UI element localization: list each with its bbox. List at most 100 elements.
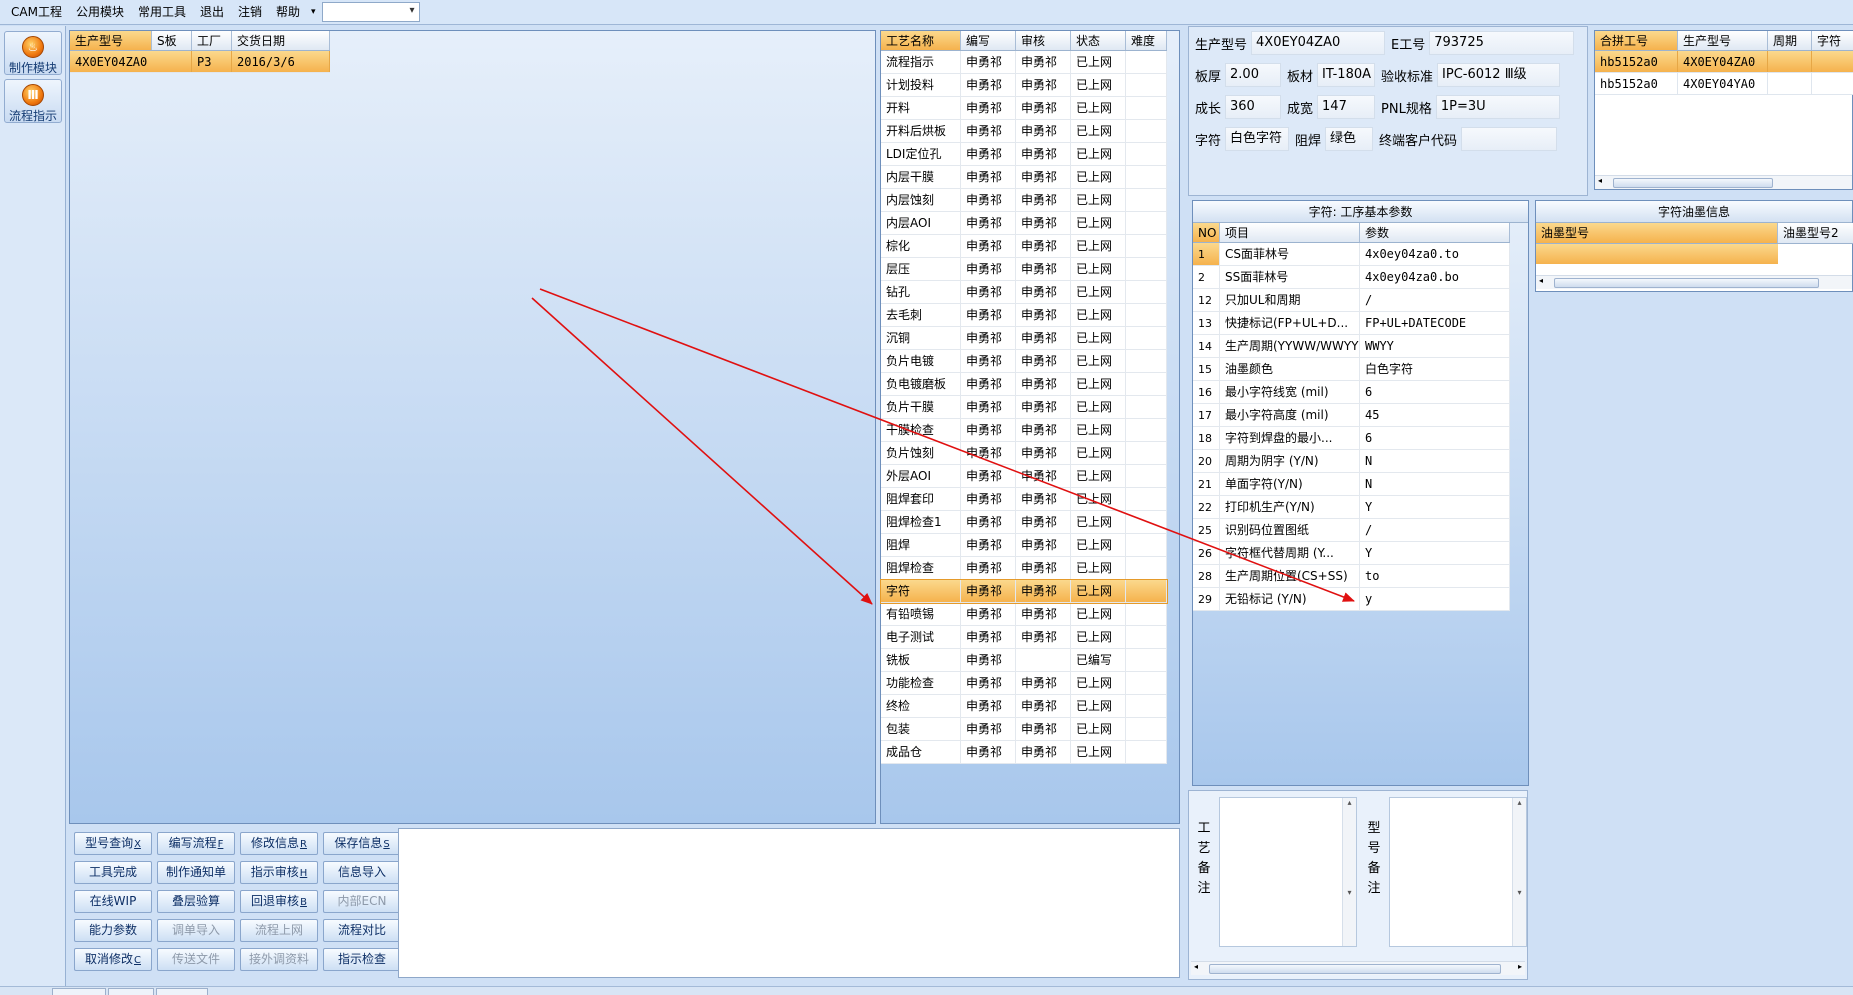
param-row[interactable]: 17 最小字符高度 (mil) 45 bbox=[1193, 404, 1510, 427]
job-row[interactable]: 4X0EY04ZA0 P3 2016/3/6 bbox=[70, 51, 330, 73]
make-module-button[interactable]: ♨ 制作模块 bbox=[4, 31, 62, 75]
notes-hscrollbar[interactable]: ◂ ▸ bbox=[1191, 961, 1525, 975]
param-row[interactable]: 21 单面字符(Y/N) N bbox=[1193, 473, 1510, 496]
eno-field[interactable]: 793725 bbox=[1429, 31, 1575, 55]
process-row[interactable]: 层压 申勇祁 申勇祁 已上网 bbox=[881, 258, 1167, 281]
process-row[interactable]: 开料 申勇祁 申勇祁 已上网 bbox=[881, 97, 1167, 120]
process-row[interactable]: 内层AOI 申勇祁 申勇祁 已上网 bbox=[881, 212, 1167, 235]
process-row[interactable]: 沉铜 申勇祁 申勇祁 已上网 bbox=[881, 327, 1167, 350]
process-row[interactable]: LDI定位孔 申勇祁 申勇祁 已上网 bbox=[881, 143, 1167, 166]
param-row[interactable]: 20 周期为阴字 (Y/N) N bbox=[1193, 450, 1510, 473]
param-row[interactable]: 2 SS面菲林号 4x0ey04za0.bo bbox=[1193, 266, 1510, 289]
action-button[interactable]: 叠层验算 bbox=[157, 890, 235, 913]
process-row[interactable]: 负片干膜 申勇祁 申勇祁 已上网 bbox=[881, 396, 1167, 419]
col-difficulty[interactable]: 难度 bbox=[1126, 31, 1167, 50]
material-field[interactable]: IT-180A bbox=[1317, 63, 1376, 87]
process-row[interactable]: 字符 申勇祁 申勇祁 已上网 bbox=[880, 579, 1168, 604]
process-row[interactable]: 内层蚀刻 申勇祁 申勇祁 已上网 bbox=[881, 189, 1167, 212]
process-row[interactable]: 电子测试 申勇祁 申勇祁 已上网 bbox=[881, 626, 1167, 649]
param-row[interactable]: 14 生产周期(YYWW/WWYY) WWYY bbox=[1193, 335, 1510, 358]
message-box[interactable] bbox=[398, 828, 1180, 978]
action-button[interactable]: 传送文件 bbox=[157, 948, 235, 971]
action-button[interactable]: 保存信息S bbox=[323, 832, 401, 855]
action-button[interactable]: 调单导入 bbox=[157, 919, 235, 942]
menu-logout[interactable]: 注销 bbox=[231, 0, 269, 25]
process-row[interactable]: 外层AOI 申勇祁 申勇祁 已上网 bbox=[881, 465, 1167, 488]
action-button[interactable]: 在线WIP bbox=[74, 890, 152, 913]
param-row[interactable]: 29 无铅标记 (Y/N) y bbox=[1193, 588, 1510, 611]
process-row[interactable]: 阻焊检查 申勇祁 申勇祁 已上网 bbox=[881, 557, 1167, 580]
col-status[interactable]: 状态 bbox=[1071, 31, 1126, 50]
width-field[interactable]: 147 bbox=[1317, 95, 1376, 119]
scroll-left-icon[interactable]: ◂ bbox=[1194, 962, 1198, 971]
col-process-name[interactable]: 工艺名称 bbox=[881, 31, 961, 50]
action-button[interactable]: 流程上网 bbox=[240, 919, 318, 942]
standard-field[interactable]: IPC-6012 Ⅲ级 bbox=[1437, 63, 1561, 87]
process-row[interactable]: 钻孔 申勇祁 申勇祁 已上网 bbox=[881, 281, 1167, 304]
action-button[interactable]: 制作通知单 bbox=[157, 861, 235, 884]
col-combine-char[interactable]: 字符 bbox=[1812, 31, 1853, 50]
action-button[interactable]: 内部ECN bbox=[323, 890, 401, 913]
action-button[interactable]: 指示审核H bbox=[240, 861, 318, 884]
param-row[interactable]: 22 打印机生产(Y/N) Y bbox=[1193, 496, 1510, 519]
process-row[interactable]: 棕化 申勇祁 申勇祁 已上网 bbox=[881, 235, 1167, 258]
col-factory[interactable]: 工厂 bbox=[192, 31, 232, 50]
param-row[interactable]: 25 识别码位置图纸 / bbox=[1193, 519, 1510, 542]
action-button[interactable]: 编写流程F bbox=[157, 832, 235, 855]
action-button[interactable]: 信息导入 bbox=[323, 861, 401, 884]
char-field[interactable]: 白色字符 bbox=[1225, 127, 1290, 151]
ink-hscrollbar[interactable]: ◂ bbox=[1536, 275, 1852, 289]
menu-dropdown-arrow[interactable]: ▾ bbox=[307, 0, 320, 25]
col-reviewer[interactable]: 审核 bbox=[1016, 31, 1071, 50]
action-button[interactable]: 接外调资料 bbox=[240, 948, 318, 971]
action-button[interactable]: 修改信息R bbox=[240, 832, 318, 855]
process-row[interactable]: 阻焊 申勇祁 申勇祁 已上网 bbox=[881, 534, 1167, 557]
process-row[interactable]: 开料后烘板 申勇祁 申勇祁 已上网 bbox=[881, 120, 1167, 143]
param-row[interactable]: 18 字符到焊盘的最小... 6 bbox=[1193, 427, 1510, 450]
action-button[interactable]: 取消修改C bbox=[74, 948, 152, 971]
menu-common-tools[interactable]: 常用工具 bbox=[131, 0, 193, 25]
param-row[interactable]: 16 最小字符线宽 (mil) 6 bbox=[1193, 381, 1510, 404]
col-model[interactable]: 生产型号 bbox=[70, 31, 152, 50]
process-row[interactable]: 负片蚀刻 申勇祁 申勇祁 已上网 bbox=[881, 442, 1167, 465]
col-no[interactable]: NO bbox=[1193, 223, 1220, 242]
process-row[interactable]: 去毛刺 申勇祁 申勇祁 已上网 bbox=[881, 304, 1167, 327]
action-button[interactable]: 型号查询X bbox=[74, 832, 152, 855]
process-note-scrollbar[interactable]: ▴ ▾ bbox=[1342, 798, 1356, 946]
process-row[interactable]: 流程指示 申勇祁 申勇祁 已上网 bbox=[881, 51, 1167, 74]
action-button[interactable]: 指示检查 bbox=[323, 948, 401, 971]
process-row[interactable]: 负片电镀 申勇祁 申勇祁 已上网 bbox=[881, 350, 1167, 373]
col-writer[interactable]: 编写 bbox=[961, 31, 1016, 50]
col-item[interactable]: 项目 bbox=[1220, 223, 1360, 242]
process-row[interactable]: 负电镀磨板 申勇祁 申勇祁 已上网 bbox=[881, 373, 1167, 396]
status-tab[interactable] bbox=[108, 988, 154, 995]
process-row[interactable]: 包装 申勇祁 申勇祁 已上网 bbox=[881, 718, 1167, 741]
thickness-field[interactable]: 2.00 bbox=[1225, 63, 1282, 87]
scroll-right-icon[interactable]: ▸ bbox=[1518, 962, 1522, 971]
action-button[interactable]: 能力参数 bbox=[74, 919, 152, 942]
col-ink-model[interactable]: 油墨型号 bbox=[1536, 223, 1778, 243]
menu-cam[interactable]: CAM工程 bbox=[4, 0, 69, 25]
param-row[interactable]: 1 CS面菲林号 4x0ey04za0.to bbox=[1193, 243, 1510, 266]
status-tab[interactable] bbox=[156, 988, 208, 995]
model-note-input[interactable]: ▴ ▾ bbox=[1389, 797, 1527, 947]
menu-combo-box[interactable] bbox=[321, 2, 420, 22]
col-delivery-date[interactable]: 交货日期 bbox=[232, 31, 330, 50]
param-row[interactable]: 28 生产周期位置(CS+SS) to bbox=[1193, 565, 1510, 588]
menu-exit[interactable]: 退出 bbox=[193, 0, 231, 25]
length-field[interactable]: 360 bbox=[1225, 95, 1282, 119]
process-row[interactable]: 干膜检查 申勇祁 申勇祁 已上网 bbox=[881, 419, 1167, 442]
scroll-left-icon[interactable]: ◂ bbox=[1539, 276, 1543, 285]
col-combine-cycle[interactable]: 周期 bbox=[1768, 31, 1812, 50]
col-combine-model[interactable]: 生产型号 bbox=[1678, 31, 1768, 50]
ink-scroll-thumb[interactable] bbox=[1554, 278, 1819, 288]
pnl-field[interactable]: 1P=3U bbox=[1435, 95, 1560, 119]
notes-scroll-thumb[interactable] bbox=[1209, 964, 1501, 974]
flow-guide-button[interactable]: Ⅲ 流程指示 bbox=[4, 79, 62, 123]
process-row[interactable]: 铣板 申勇祁 已编写 bbox=[881, 649, 1167, 672]
col-combine-no[interactable]: 合拼工号 bbox=[1595, 31, 1678, 50]
param-row[interactable]: 12 只加UL和周期 / bbox=[1193, 289, 1510, 312]
col-param[interactable]: 参数 bbox=[1360, 223, 1510, 242]
ink-row[interactable] bbox=[1536, 244, 1778, 264]
status-tab[interactable] bbox=[52, 988, 106, 995]
